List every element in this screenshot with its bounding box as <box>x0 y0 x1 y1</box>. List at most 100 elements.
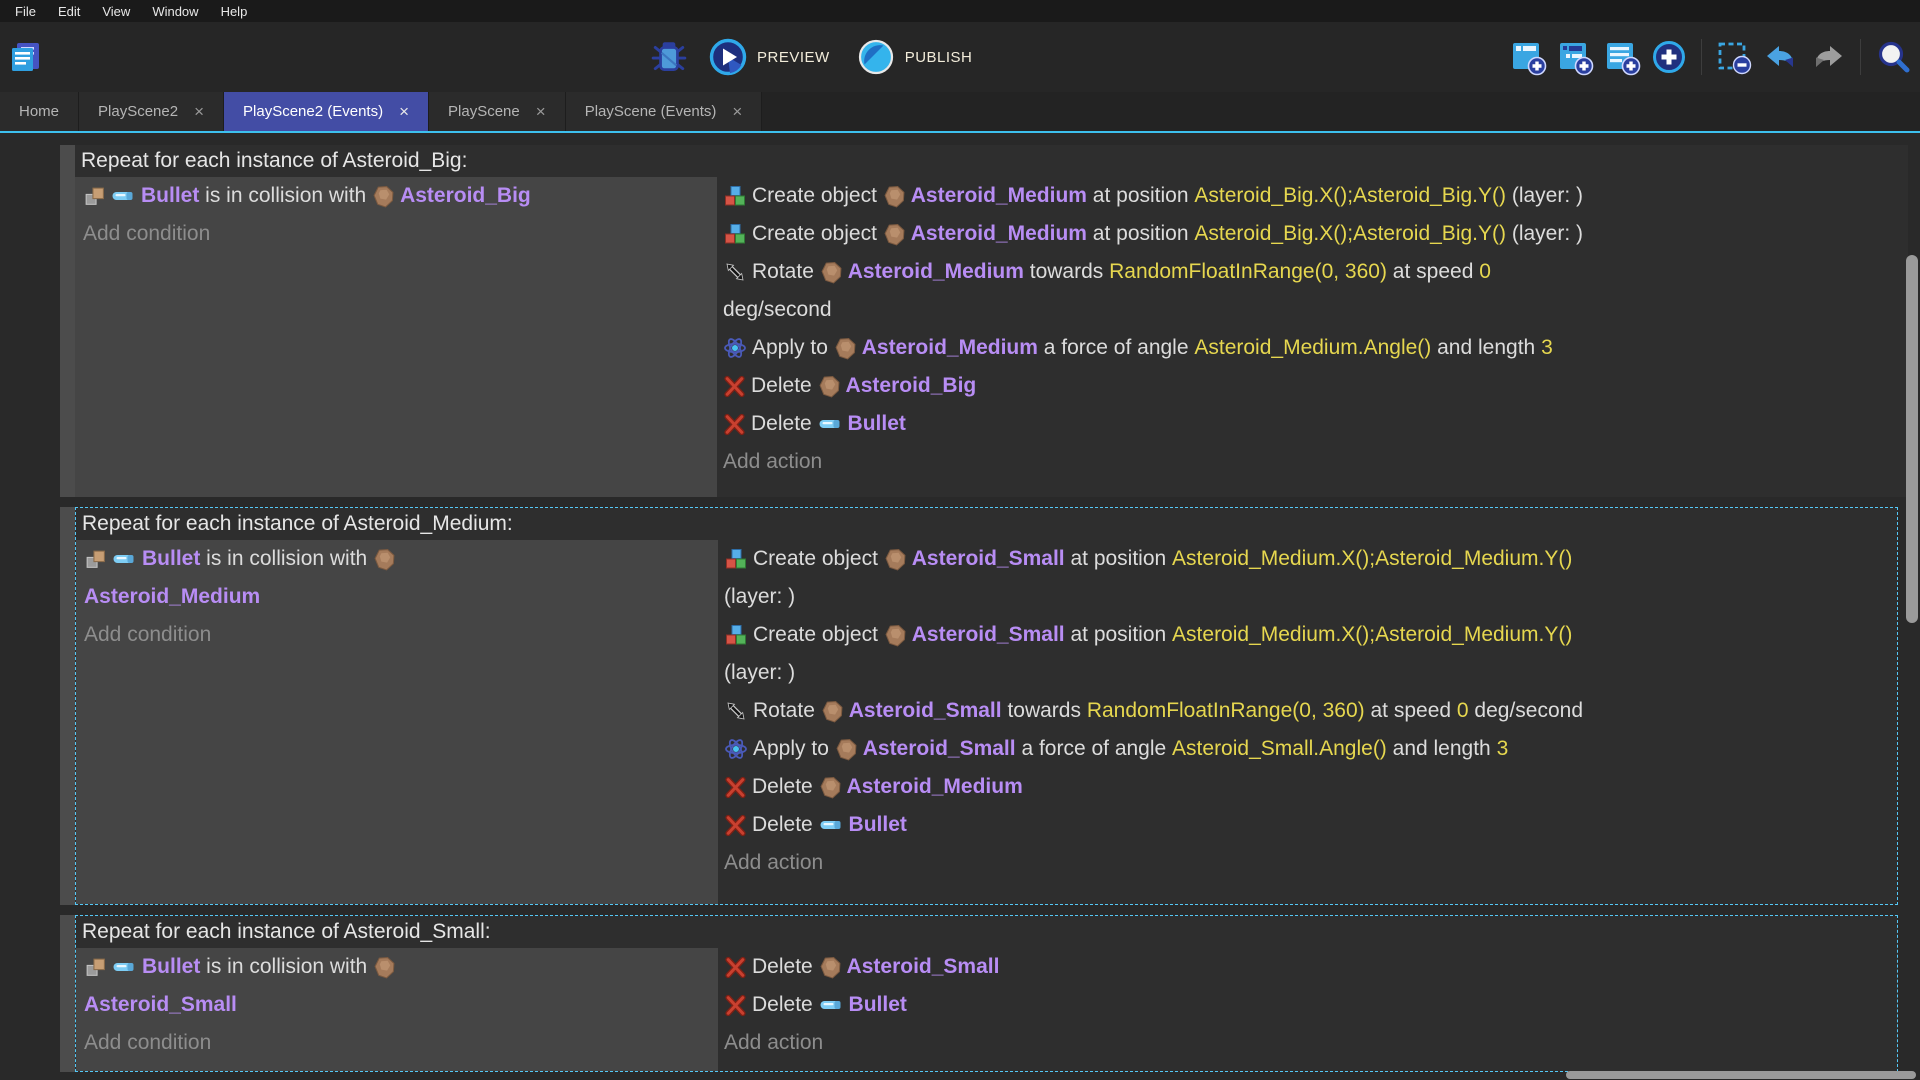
expression-text: Asteroid_Small.Angle() <box>1172 737 1387 761</box>
event-drag-handle[interactable] <box>60 507 75 905</box>
add-sub-event-icon <box>1556 38 1594 76</box>
action-row[interactable]: Delete Asteroid_Medium <box>724 770 1897 804</box>
action-row[interactable]: Create object Asteroid_Medium at positio… <box>723 217 1908 251</box>
delete-icon <box>723 413 746 436</box>
search-icon <box>1874 38 1912 76</box>
actions-column: Delete Asteroid_Small Delete Bullet Add ac… <box>718 948 1897 1071</box>
object-ref: Asteroid_Medium <box>84 585 260 609</box>
menu-help[interactable]: Help <box>210 4 259 19</box>
close-tab-icon[interactable]: × <box>536 103 546 120</box>
preview-button[interactable]: PREVIEW <box>702 36 836 78</box>
add-condition-button[interactable]: Add condition <box>83 217 717 251</box>
action-row[interactable]: Rotate Asteroid_Small towards RandomFloa… <box>724 694 1897 728</box>
tab-label: PlayScene2 <box>98 103 178 120</box>
tab-playscene2[interactable]: PlayScene2 × <box>79 92 224 131</box>
collision-icon <box>84 956 107 979</box>
event-drag-handle[interactable] <box>60 145 75 497</box>
add-action-button[interactable]: Add action <box>724 846 1897 880</box>
publish-icon <box>856 37 896 77</box>
condition-row[interactable]: Asteroid_Medium <box>84 580 718 614</box>
action-row[interactable]: Create object Asteroid_Medium at positio… <box>723 179 1908 213</box>
tab-home[interactable]: Home <box>0 92 79 131</box>
tab-playscene[interactable]: PlayScene× <box>429 92 566 131</box>
close-tab-icon[interactable]: × <box>194 103 204 120</box>
create-icon <box>723 184 747 208</box>
object-ref: Asteroid_Small <box>84 993 237 1017</box>
event-header[interactable]: Repeat for each instance of Asteroid_Sma… <box>76 916 1897 948</box>
action-row[interactable]: Delete Bullet <box>724 988 1897 1022</box>
expression-text: RandomFloatInRange(0, 360) <box>1087 699 1365 723</box>
event-drag-handle[interactable] <box>60 915 75 1072</box>
choose-event-button[interactable] <box>1650 38 1688 76</box>
add-condition-button[interactable]: Add condition <box>84 1026 718 1060</box>
action-row[interactable]: Apply to Asteroid_Small a force of angle… <box>724 732 1897 766</box>
add-event-icon <box>1509 38 1547 76</box>
add-action-button[interactable]: Add action <box>723 445 1908 479</box>
tab-playscene-events[interactable]: PlayScene (Events)× <box>566 92 763 131</box>
project-manager-icon[interactable] <box>8 40 42 74</box>
action-row[interactable]: Delete Asteroid_Big <box>723 369 1908 403</box>
action-row[interactable]: deg/second <box>723 293 1908 327</box>
tab-playscene2-events[interactable]: PlayScene2 (Events)× <box>224 92 429 131</box>
menu-file[interactable]: File <box>4 4 47 19</box>
preview-icon <box>708 37 748 77</box>
vertical-scrollbar-thumb[interactable] <box>1906 255 1918 623</box>
asteroid-icon <box>834 337 857 360</box>
debug-icon[interactable] <box>650 38 688 76</box>
condition-row[interactable]: Bullet is in collision with <box>84 542 718 576</box>
asteroid-icon <box>373 956 396 979</box>
plain-text: Delete <box>752 955 819 979</box>
redo-button[interactable] <box>1809 38 1847 76</box>
action-row[interactable]: Delete Asteroid_Small <box>724 950 1897 984</box>
toolbar-separator <box>1701 39 1702 75</box>
expression-text: Asteroid_Big.X();Asteroid_Big.Y() <box>1194 222 1506 246</box>
delete-icon <box>724 814 747 837</box>
search-button[interactable] <box>1874 38 1912 76</box>
action-row[interactable]: Rotate Asteroid_Medium towards RandomFlo… <box>723 255 1908 289</box>
condition-row[interactable]: Bullet is in collision with Asteroid_Big <box>83 179 717 213</box>
add-condition-button[interactable]: Add condition <box>84 618 718 652</box>
plain-text: (layer: ) <box>724 585 795 609</box>
horizontal-scrollbar-thumb[interactable] <box>1566 1071 1916 1079</box>
event-body: Repeat for each instance of Asteroid_Med… <box>75 507 1898 905</box>
conditions-column: Bullet is in collision with Asteroid_Big… <box>75 177 717 497</box>
add-comment-button[interactable] <box>1603 38 1641 76</box>
plain-text: Create object <box>752 184 883 208</box>
expression-text: Asteroid_Medium.X();Asteroid_Medium.Y() <box>1172 547 1572 571</box>
menu-view[interactable]: View <box>91 4 141 19</box>
event-header[interactable]: Repeat for each instance of Asteroid_Big… <box>75 145 1908 177</box>
force-icon <box>723 336 747 360</box>
menu-window[interactable]: Window <box>141 4 209 19</box>
action-row[interactable]: Delete Bullet <box>723 407 1908 441</box>
condition-row[interactable]: Bullet is in collision with <box>84 950 718 984</box>
event-header[interactable]: Repeat for each instance of Asteroid_Med… <box>76 508 1897 540</box>
object-ref: Bullet <box>141 184 199 208</box>
menu-edit[interactable]: Edit <box>47 4 91 19</box>
choose-event-icon <box>1650 38 1688 76</box>
action-row[interactable]: (layer: ) <box>724 656 1897 690</box>
action-row[interactable]: Create object Asteroid_Small at position… <box>724 542 1897 576</box>
expression-text: 0 <box>1479 260 1491 284</box>
add-event-button[interactable] <box>1509 38 1547 76</box>
bullet-icon <box>819 818 844 832</box>
action-row[interactable]: Delete Bullet <box>724 808 1897 842</box>
add-action-button[interactable]: Add action <box>724 1026 1897 1060</box>
condition-row[interactable]: Asteroid_Small <box>84 988 718 1022</box>
close-tab-icon[interactable]: × <box>732 103 742 120</box>
expression-text: 3 <box>1497 737 1509 761</box>
select-instruction-icon <box>1715 38 1753 76</box>
action-row[interactable]: Create object Asteroid_Small at position… <box>724 618 1897 652</box>
undo-button[interactable] <box>1762 38 1800 76</box>
object-ref: Bullet <box>142 547 200 571</box>
asteroid-icon <box>835 738 858 761</box>
object-ref: Asteroid_Medium <box>847 775 1023 799</box>
close-tab-icon[interactable]: × <box>399 103 409 120</box>
publish-button[interactable]: PUBLISH <box>850 36 979 78</box>
plain-text: a force of angle <box>1016 737 1172 761</box>
select-instruction-button[interactable] <box>1715 38 1753 76</box>
add-sub-event-button[interactable] <box>1556 38 1594 76</box>
delete-icon <box>724 776 747 799</box>
action-row[interactable]: (layer: ) <box>724 580 1897 614</box>
plain-text: a force of angle <box>1038 336 1194 360</box>
action-row[interactable]: Apply to Asteroid_Medium a force of angl… <box>723 331 1908 365</box>
